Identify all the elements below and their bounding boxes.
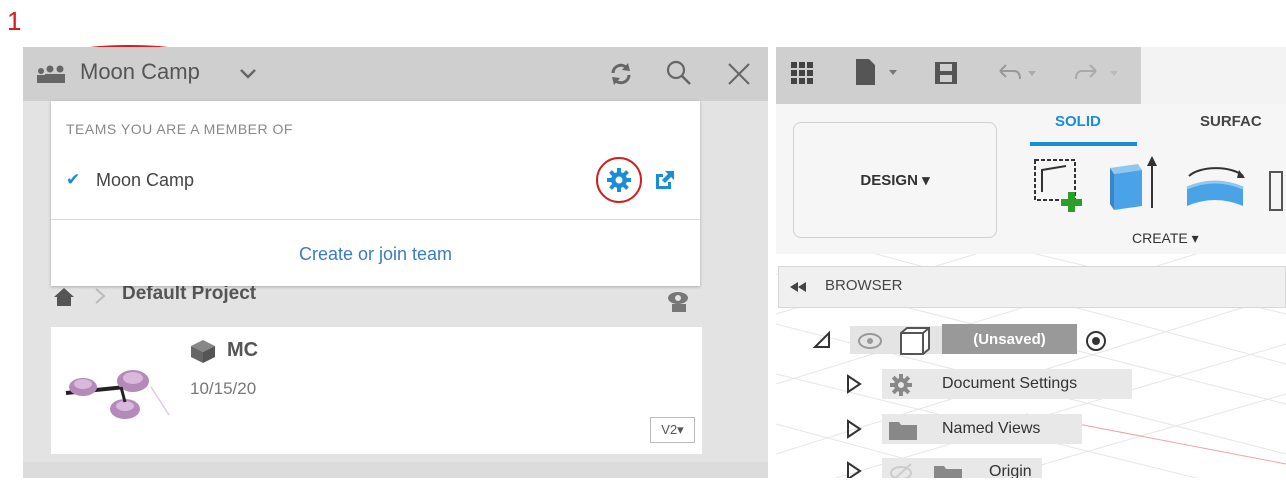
create-or-join-team-link[interactable]: Create or join team — [51, 244, 700, 265]
create-menu[interactable]: CREATE ▾ — [1132, 230, 1199, 247]
team-list-item[interactable]: Moon Camp — [96, 170, 194, 191]
collapsed-triangle-icon[interactable] — [845, 373, 863, 395]
grid-menu-icon[interactable] — [789, 60, 815, 86]
home-icon[interactable] — [52, 284, 76, 308]
collapsed-triangle-icon[interactable] — [845, 418, 863, 440]
create-sketch-icon[interactable] — [1030, 152, 1090, 214]
file-thumbnail[interactable] — [51, 327, 178, 454]
settings-gear-icon — [888, 372, 914, 398]
file-title[interactable]: MC — [227, 339, 258, 362]
dropdown-heading: TEAMS YOU ARE A MEMBER OF — [66, 121, 293, 137]
team-selector[interactable]: Moon Camp — [80, 59, 200, 85]
refresh-icon[interactable] — [606, 59, 636, 89]
annotation-number-1: 1 — [7, 6, 22, 36]
tree-root-label[interactable]: (Unsaved) — [942, 324, 1077, 354]
tab-solid[interactable]: SOLID — [1055, 113, 1101, 130]
close-icon[interactable] — [724, 59, 754, 89]
collapse-browser-icon[interactable] — [788, 279, 810, 295]
project-visibility-icon[interactable] — [664, 288, 694, 314]
expanded-triangle-icon[interactable] — [812, 330, 834, 350]
file-date: 10/15/20 — [190, 379, 257, 398]
save-icon[interactable] — [932, 59, 960, 87]
active-tab-indicator — [1030, 142, 1137, 146]
extrude-icon[interactable] — [1106, 152, 1160, 214]
more-tools-icon[interactable] — [1266, 168, 1284, 214]
folder-icon — [932, 462, 964, 478]
revolve-icon[interactable] — [1181, 156, 1251, 214]
tab-surface[interactable]: SURFAC — [1200, 113, 1262, 130]
panel-footer — [23, 462, 768, 478]
open-external-icon[interactable] — [653, 168, 677, 192]
check-icon: ✔ — [66, 170, 81, 189]
file-menu-icon[interactable] — [853, 56, 899, 88]
document-tab-area — [1141, 47, 1286, 104]
chevron-down-icon[interactable] — [236, 63, 260, 83]
tree-item-label: Document Settings — [942, 375, 1078, 392]
document-icon — [897, 325, 933, 355]
hidden-eye-icon[interactable] — [887, 462, 919, 478]
redo-icon[interactable] — [1070, 59, 1130, 87]
search-icon[interactable] — [664, 58, 694, 88]
workspace-design-button[interactable]: DESIGN ▾ — [793, 122, 997, 238]
activate-radio-icon[interactable] — [1084, 329, 1108, 353]
folder-icon — [887, 418, 919, 442]
team-icon[interactable] — [35, 62, 71, 86]
visibility-eye-icon[interactable] — [855, 330, 885, 352]
undo-icon[interactable] — [994, 59, 1044, 87]
annotation-circle-gear — [596, 157, 642, 203]
chevron-right-icon — [90, 286, 110, 306]
browser-title: BROWSER — [825, 277, 903, 294]
dropdown-divider — [51, 219, 700, 220]
panel-divider — [768, 47, 776, 478]
component-cube-icon — [188, 338, 218, 364]
version-dropdown[interactable]: V2▾ — [650, 417, 695, 443]
tree-item-label: Origin — [989, 463, 1032, 478]
tree-item-label: Named Views — [942, 420, 1041, 437]
breadcrumb-project[interactable]: Default Project — [122, 283, 256, 305]
collapsed-triangle-icon[interactable] — [845, 460, 863, 478]
